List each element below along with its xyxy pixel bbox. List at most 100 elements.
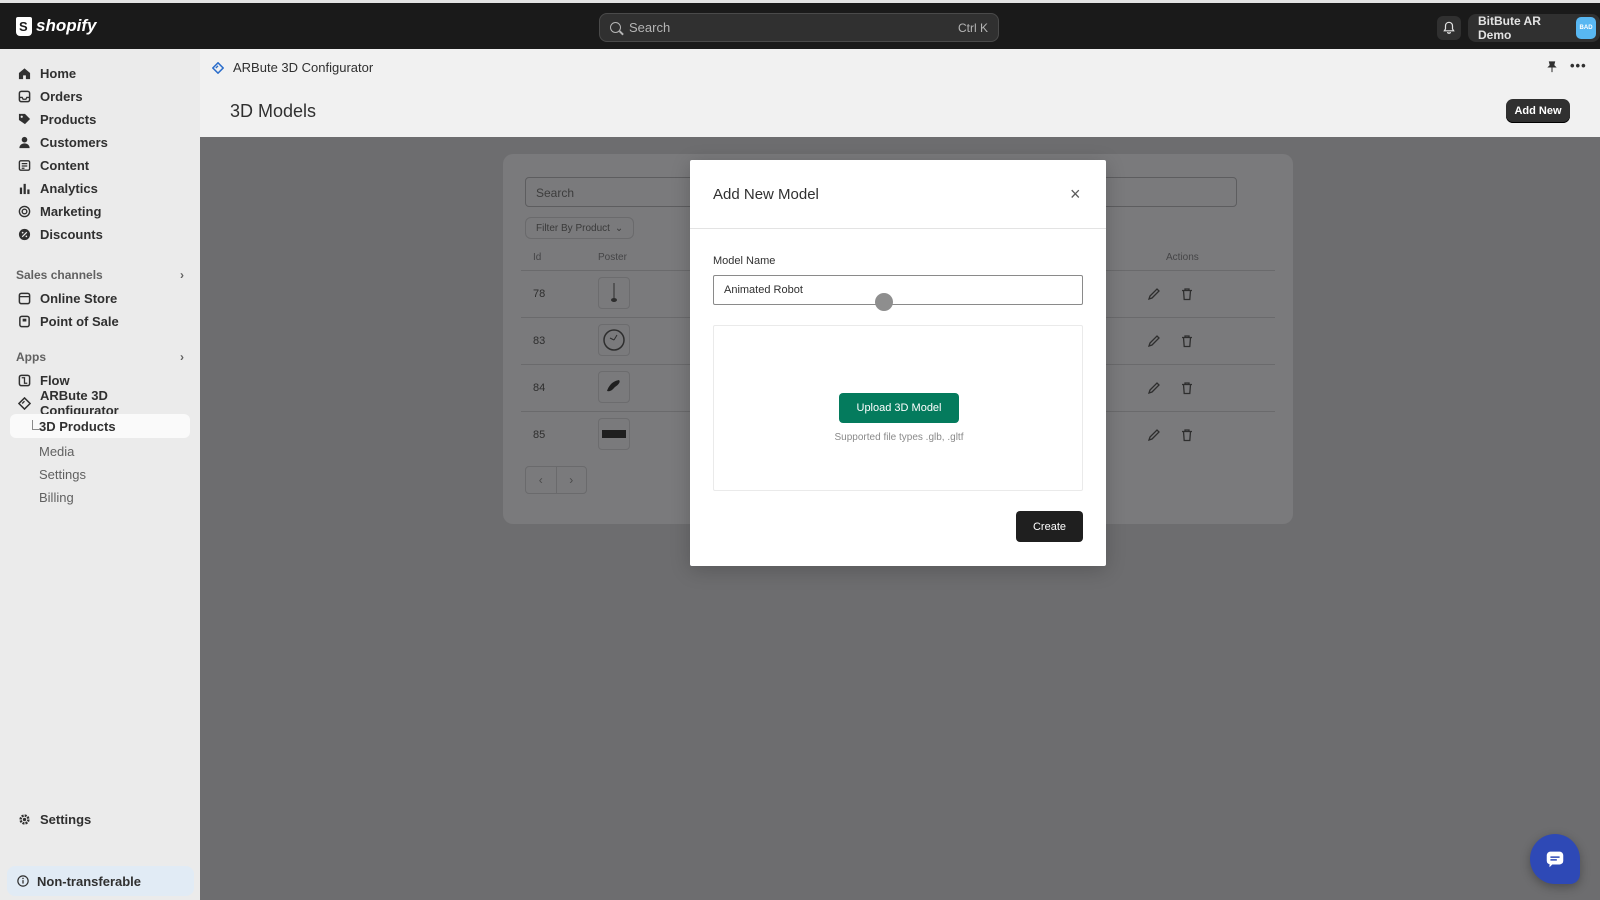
mouse-cursor-indicator bbox=[875, 293, 893, 311]
sidebar-item-marketing[interactable]: Marketing bbox=[10, 199, 190, 223]
app-name: ARBute 3D Configurator bbox=[233, 60, 374, 75]
sidebar-item-arbute[interactable]: ARBute 3D Configurator bbox=[10, 388, 190, 418]
edit-icon[interactable] bbox=[1147, 381, 1161, 395]
avatar: BAD bbox=[1576, 17, 1596, 39]
sidebar-item-content[interactable]: Content bbox=[10, 153, 190, 177]
model-name-label: Model Name bbox=[713, 255, 776, 267]
upload-dropzone[interactable]: Upload 3D Model Supported file types .gl… bbox=[713, 325, 1083, 491]
add-new-button[interactable]: Add New bbox=[1506, 99, 1570, 123]
apps-header[interactable]: Apps › bbox=[16, 350, 184, 364]
sidebar-item-label: Discounts bbox=[40, 226, 103, 242]
sidebar-item-label: 3D Products bbox=[39, 418, 116, 434]
app-breadcrumb: ARBute 3D Configurator bbox=[212, 60, 373, 75]
store-name: BitBute AR Demo bbox=[1478, 14, 1541, 42]
search-shortcut: Ctrl K bbox=[958, 20, 988, 35]
column-header-actions: Actions bbox=[1166, 252, 1199, 263]
sidebar-item-discounts[interactable]: Discounts bbox=[10, 222, 190, 246]
non-transferable-badge[interactable]: Non-transferable bbox=[7, 866, 194, 896]
section-title-text: Sales channels bbox=[16, 268, 103, 282]
sidebar-item-label: Customers bbox=[40, 134, 108, 150]
top-bar: shopify Search Ctrl K BitBute AR Demo BA… bbox=[0, 0, 1600, 49]
edit-icon[interactable] bbox=[1147, 334, 1161, 348]
sidebar-item-products[interactable]: Products bbox=[10, 107, 190, 131]
target-icon bbox=[18, 205, 31, 218]
store-icon bbox=[18, 292, 31, 305]
sidebar-item-billing[interactable]: Billing bbox=[39, 490, 74, 505]
sidebar-item-label: Products bbox=[40, 111, 97, 127]
sales-channels-header[interactable]: Sales channels › bbox=[16, 268, 184, 282]
previous-page-button[interactable]: ‹ bbox=[526, 467, 557, 493]
sofa-icon bbox=[602, 430, 626, 438]
bell-icon bbox=[1443, 21, 1455, 34]
close-icon[interactable]: × bbox=[1070, 185, 1081, 203]
shopify-bag-icon bbox=[16, 16, 32, 36]
diamond-icon bbox=[212, 61, 224, 74]
sidebar: Home Orders Products Customers Content A… bbox=[0, 49, 200, 900]
orders-icon bbox=[18, 90, 31, 103]
notifications-button[interactable] bbox=[1437, 16, 1461, 40]
sidebar-item-3d-products[interactable]: 3D Products bbox=[10, 414, 190, 438]
row-id: 78 bbox=[533, 288, 546, 300]
clock-icon bbox=[603, 329, 625, 351]
trash-icon[interactable] bbox=[1180, 287, 1194, 301]
shoe-icon bbox=[607, 380, 620, 392]
subitem-connector bbox=[32, 420, 40, 430]
poster-thumbnail bbox=[598, 418, 630, 450]
sidebar-item-orders[interactable]: Orders bbox=[10, 84, 190, 108]
upload-3d-model-button[interactable]: Upload 3D Model bbox=[839, 393, 959, 423]
create-button[interactable]: Create bbox=[1016, 511, 1083, 542]
shopify-logo[interactable]: shopify bbox=[16, 16, 96, 36]
next-page-button[interactable]: › bbox=[557, 467, 587, 493]
sidebar-item-settings[interactable]: Settings bbox=[10, 807, 190, 831]
dialog-divider bbox=[690, 228, 1106, 229]
sidebar-item-label: Online Store bbox=[40, 290, 118, 306]
chat-icon bbox=[1546, 851, 1564, 868]
chat-launcher-button[interactable] bbox=[1530, 834, 1580, 884]
trash-icon[interactable] bbox=[1180, 334, 1194, 348]
bar-chart-icon bbox=[18, 182, 31, 195]
model-name-input[interactable] bbox=[713, 275, 1083, 305]
non-transferable-text: Non-transferable bbox=[37, 873, 142, 889]
poster-thumbnail bbox=[598, 277, 630, 309]
info-icon bbox=[17, 875, 29, 887]
store-menu-button[interactable]: BitBute AR Demo BAD bbox=[1468, 14, 1600, 42]
page-title: 3D Models bbox=[230, 101, 317, 121]
sidebar-item-customers[interactable]: Customers bbox=[10, 130, 190, 154]
column-header-poster: Poster bbox=[598, 252, 627, 263]
sidebar-item-app-settings[interactable]: Settings bbox=[39, 467, 86, 482]
trash-icon[interactable] bbox=[1180, 428, 1194, 442]
content-icon bbox=[18, 159, 31, 172]
discount-icon bbox=[18, 228, 31, 241]
sidebar-item-online-store[interactable]: Online Store bbox=[10, 286, 190, 310]
row-id: 83 bbox=[533, 335, 546, 347]
chevron-right-icon: › bbox=[180, 268, 184, 282]
diamond-icon bbox=[18, 396, 31, 410]
edit-icon[interactable] bbox=[1147, 428, 1161, 442]
dialog-title: Add New Model bbox=[713, 186, 819, 203]
poster-thumbnail bbox=[598, 371, 630, 403]
global-search-input[interactable]: Search Ctrl K bbox=[599, 13, 999, 42]
flow-icon bbox=[18, 374, 31, 387]
poster-thumbnail bbox=[598, 324, 630, 356]
chevron-down-icon: ⌄ bbox=[614, 222, 624, 234]
sidebar-item-home[interactable]: Home bbox=[10, 61, 190, 85]
logo-text: shopify bbox=[36, 16, 97, 35]
search-icon bbox=[610, 22, 621, 33]
pagination: ‹ › bbox=[525, 466, 587, 494]
filter-label: Filter By Product bbox=[536, 222, 610, 234]
pos-icon bbox=[18, 315, 31, 328]
trash-icon[interactable] bbox=[1180, 381, 1194, 395]
sidebar-item-label: Settings bbox=[40, 811, 92, 827]
more-actions-icon[interactable]: ••• bbox=[1570, 58, 1587, 73]
sidebar-item-point-of-sale[interactable]: Point of Sale bbox=[10, 309, 190, 333]
row-id: 85 bbox=[533, 429, 546, 441]
search-placeholder: Search bbox=[629, 20, 671, 35]
column-header-id: Id bbox=[533, 252, 542, 263]
pin-icon[interactable] bbox=[1546, 61, 1558, 73]
row-id: 84 bbox=[533, 382, 546, 394]
sidebar-item-analytics[interactable]: Analytics bbox=[10, 176, 190, 200]
edit-icon[interactable] bbox=[1147, 287, 1161, 301]
supported-file-types-text: Supported file types .glb, .gltf bbox=[834, 432, 964, 443]
filter-by-product-button[interactable]: Filter By Product ⌄ bbox=[525, 217, 635, 239]
sidebar-item-media[interactable]: Media bbox=[39, 444, 74, 459]
